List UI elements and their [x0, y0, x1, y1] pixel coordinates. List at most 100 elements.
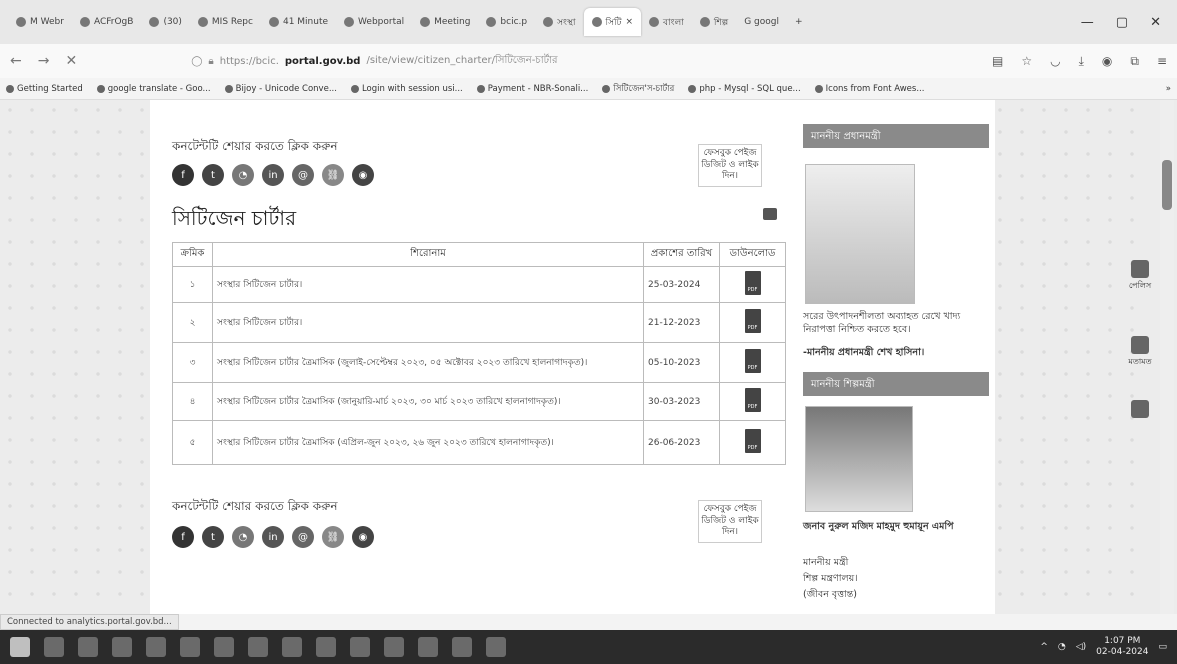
tab-9[interactable]: সংস্থা — [535, 8, 583, 36]
email-share-icon[interactable]: @ — [292, 526, 314, 548]
linkedin-share-icon[interactable]: in — [262, 164, 284, 186]
task-view-icon[interactable] — [78, 637, 98, 657]
excel-icon[interactable] — [282, 637, 302, 657]
clock[interactable]: 1:07 PM 02-04-2024 — [1096, 636, 1148, 658]
tab-4[interactable]: MIS Repc — [190, 8, 261, 36]
tab-7[interactable]: Meeting — [412, 8, 478, 36]
scrollbar-thumb[interactable] — [1162, 160, 1172, 210]
maximize-icon[interactable]: ▢ — [1116, 15, 1128, 30]
close-tab-icon[interactable]: × — [626, 17, 634, 27]
tab-favicon-icon — [149, 17, 160, 27]
messenger-share-icon[interactable]: ◉ — [352, 164, 374, 186]
facebook-like-box[interactable]: ফেসবুক পেইজ ডিজিট ও লাইক দিন। — [698, 144, 762, 188]
tab-3[interactable]: (30) — [141, 8, 189, 36]
link-share-icon[interactable]: ⛓ — [322, 526, 344, 548]
notifications-icon[interactable]: ▭ — [1158, 642, 1167, 652]
app-icon[interactable] — [418, 637, 438, 657]
volume-icon[interactable]: ◁) — [1076, 642, 1086, 652]
page-scrollbar[interactable] — [1160, 100, 1174, 614]
facebook-like-box-bottom[interactable]: ফেসবুক পেইজ ডিজিট ও লাইক দিন। — [698, 500, 762, 544]
tray-chevron-icon[interactable]: ^ — [1040, 642, 1048, 652]
twitter-share-icon[interactable]: t — [202, 526, 224, 548]
address-bar[interactable]: ◯ 🔒︎ https://bcic. portal.gov.bd/site/vie… — [183, 48, 823, 74]
app-icon[interactable] — [316, 637, 336, 657]
windows-start-icon[interactable] — [10, 637, 30, 657]
back-icon[interactable]: ← — [10, 53, 22, 69]
extensions-icon[interactable]: ⧉ — [1130, 54, 1139, 69]
tab-2[interactable]: ACFrOgB — [72, 8, 141, 36]
tab-12[interactable]: শিল্প — [692, 8, 736, 36]
right-sidebar: মাননীয় প্রধানমন্ত্রী সরের উৎপাদনশীলতা অ… — [795, 100, 995, 614]
tab-1[interactable]: M Webr — [8, 8, 72, 36]
accessibility-tool[interactable]: পেলিস — [1122, 260, 1158, 293]
minimize-icon[interactable]: — — [1081, 15, 1094, 30]
menu-icon[interactable]: ≡ — [1157, 54, 1167, 69]
compass-tool[interactable] — [1122, 400, 1158, 420]
tab-active[interactable]: সিটি × — [583, 8, 642, 36]
edge-icon[interactable] — [112, 637, 132, 657]
messenger-share-icon[interactable]: ◉ — [352, 526, 374, 548]
title-link[interactable]: সংস্থার সিটিজেন চার্টার ত্রৈমাসিক (এপ্রি… — [212, 420, 644, 465]
tab-5[interactable]: 41 Minute — [261, 8, 336, 36]
pdf-download-icon[interactable]: PDF — [744, 271, 761, 295]
firefox-icon[interactable] — [452, 637, 472, 657]
account-icon[interactable]: ◉ — [1102, 54, 1112, 69]
app-icon[interactable] — [384, 637, 404, 657]
bookmark-item[interactable]: Login with session usi... — [350, 84, 463, 94]
link-share-icon[interactable]: ⛓ — [322, 164, 344, 186]
bookmark-item[interactable]: Payment - NBR-Sonali... — [476, 84, 588, 94]
forward-icon[interactable]: → — [38, 53, 50, 69]
bookmark-item[interactable]: google translate - Goo... — [96, 84, 211, 94]
tab-13[interactable]: G googl — [736, 8, 787, 36]
linkedin-share-icon[interactable]: in — [262, 526, 284, 548]
title-link[interactable]: সংস্থার সিটিজেন চার্টার। — [212, 266, 644, 303]
lock-icon[interactable]: 🔒︎ — [208, 56, 213, 67]
chrome-icon[interactable] — [486, 637, 506, 657]
pdf-download-icon[interactable]: PDF — [744, 429, 761, 453]
print-icon[interactable] — [763, 208, 777, 220]
facebook-share-icon[interactable]: f — [172, 164, 194, 186]
bookmark-favicon-icon — [6, 84, 14, 93]
title-link[interactable]: সংস্থার সিটিজেন চার্টার ত্রৈমাসিক (জুলাই… — [212, 342, 644, 383]
email-share-icon[interactable]: @ — [292, 164, 314, 186]
pdf-download-icon[interactable]: PDF — [744, 349, 761, 373]
pdf-download-icon[interactable]: PDF — [744, 388, 761, 412]
bar-chart-icon — [1131, 260, 1149, 278]
bookmark-item[interactable]: php - Mysql - SQL que... — [688, 84, 801, 94]
search-icon[interactable] — [44, 637, 64, 657]
title-link[interactable]: সংস্থার সিটিজেন চার্টার ত্রৈমাসিক (জানুয… — [212, 382, 644, 421]
new-tab-button[interactable]: + — [787, 8, 811, 36]
download-icon[interactable]: ⤓ — [1079, 54, 1084, 69]
tab-8[interactable]: bcic.p — [478, 8, 535, 36]
bookmark-item[interactable]: Icons from Font Awes... — [814, 84, 924, 94]
close-window-icon[interactable]: ✕ — [1150, 15, 1161, 30]
bookmark-favicon-icon — [350, 84, 359, 93]
tab-11[interactable]: বাংলা — [641, 8, 692, 36]
store-icon[interactable] — [146, 637, 166, 657]
twitter-share-icon[interactable]: t — [202, 164, 224, 186]
mail-icon[interactable] — [214, 637, 234, 657]
bookmark-item[interactable]: Bijoy - Unicode Conve... — [224, 84, 337, 94]
file-explorer-icon[interactable] — [180, 637, 200, 657]
minister-bio-link[interactable]: (জীবন বৃত্তান্ত) — [803, 588, 993, 601]
stop-icon[interactable]: ✕ — [65, 53, 77, 69]
whatsapp-share-icon[interactable]: ◔ — [232, 164, 254, 186]
pocket-icon[interactable]: ◡ — [1050, 54, 1060, 69]
feedback-tool[interactable]: মতামত — [1122, 336, 1158, 369]
whatsapp-share-icon[interactable]: ◔ — [232, 526, 254, 548]
network-icon[interactable]: ◔ — [1058, 642, 1066, 652]
shield-icon[interactable]: ◯ — [191, 56, 202, 67]
bookmark-item[interactable]: Getting Started — [6, 84, 83, 94]
serial-cell: ৪ — [172, 382, 213, 421]
reader-view-icon[interactable]: ▤ — [992, 54, 1003, 69]
facebook-share-icon[interactable]: f — [172, 526, 194, 548]
bookmarks-overflow-icon[interactable]: » — [1166, 84, 1171, 94]
bookmark-item[interactable]: সিটিজেন'স-চার্টার — [602, 82, 674, 96]
word-icon[interactable] — [248, 637, 268, 657]
title-link[interactable]: সংস্থার সিটিজেন চার্টার। — [212, 302, 644, 343]
table-row: ১ সংস্থার সিটিজেন চার্টার। 25-03-2024 PD… — [172, 266, 786, 303]
tab-6[interactable]: Webportal — [336, 8, 412, 36]
bookmark-star-icon[interactable]: ☆ — [1021, 54, 1032, 69]
sublime-icon[interactable] — [350, 637, 370, 657]
pdf-download-icon[interactable]: PDF — [744, 309, 761, 333]
